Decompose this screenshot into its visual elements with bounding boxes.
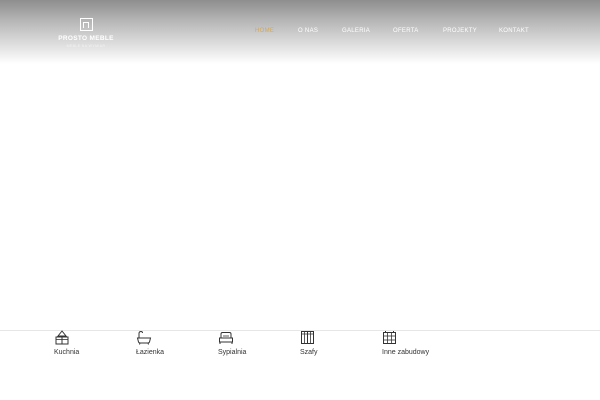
category-label: Inne zabudowy [382, 349, 430, 356]
nav-kontakt[interactable]: KONTAKT [499, 28, 529, 34]
kitchen-icon [55, 330, 69, 345]
logo-tagline: MEBLE NA WYMIAR [66, 44, 106, 48]
category-sypialnia[interactable]: Sypialnia [218, 330, 246, 360]
nav-galeria[interactable]: GALERIA [342, 28, 370, 34]
bathtub-icon [136, 330, 152, 345]
wardrobe-icon [301, 331, 314, 344]
nav-projekty[interactable]: PROJEKTY [443, 28, 477, 34]
shelving-icon [383, 331, 396, 344]
category-lazienka[interactable]: Łazienka [136, 330, 164, 360]
category-label: Sypialnia [218, 349, 247, 356]
bed-icon [219, 332, 233, 344]
category-label: Szafy [300, 349, 318, 356]
category-label: Kuchnia [54, 349, 80, 356]
category-kuchnia[interactable]: Kuchnia [54, 330, 79, 360]
nav-o-nas[interactable]: O NAS [298, 28, 318, 34]
category-szafy[interactable]: Szafy [300, 330, 318, 360]
main-nav: HOME O NAS GALERIA OFERTA PROJEKTY KONTA… [0, 28, 600, 38]
nav-oferta[interactable]: OFERTA [393, 28, 419, 34]
site-header: PROSTO MEBLE MEBLE NA WYMIAR HOME O NAS … [0, 0, 600, 64]
category-label: Łazienka [136, 349, 165, 356]
category-inne-zabudowy[interactable]: Inne zabudowy [382, 330, 429, 360]
nav-home[interactable]: HOME [255, 28, 274, 34]
